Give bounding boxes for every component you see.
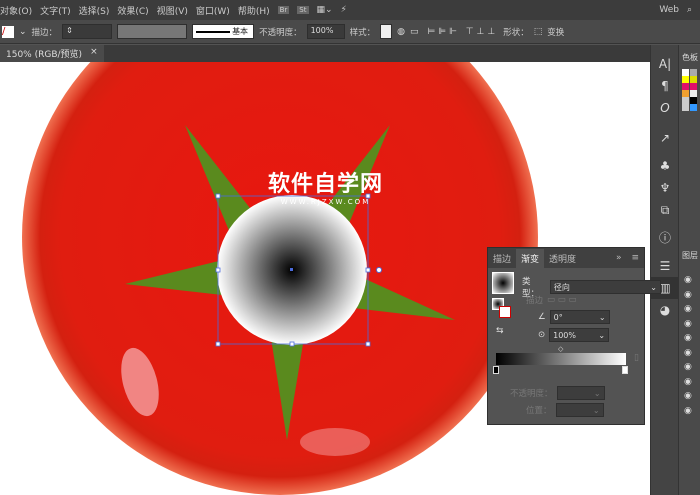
eye-icon[interactable]: ◉ <box>684 360 692 375</box>
eye-icon[interactable]: ◉ <box>684 317 692 332</box>
menu-object[interactable]: 对象(O) <box>0 4 32 17</box>
close-icon[interactable]: × <box>90 47 98 60</box>
panel-menu-icon[interactable]: ≡ <box>626 250 644 266</box>
align-icons[interactable]: ▭ ⊨⊫⊩ ⊤⊥⊥ <box>410 27 498 37</box>
gradient-panel: 描边 渐变 透明度 » ≡ 类型： 径向 ⌄ 描边 ▭ ▭ ▭ ∠ 0° ⌄ ⇆ ⊙… <box>487 247 661 425</box>
arrange-documents-icon[interactable]: ▦⌄ <box>317 5 333 15</box>
eye-icon[interactable]: ◉ <box>684 346 692 361</box>
tab-transparency[interactable]: 透明度 <box>544 249 581 268</box>
eye-icon[interactable]: ◉ <box>684 288 692 303</box>
eye-icon[interactable]: ◉ <box>684 375 692 390</box>
menu-effect[interactable]: 效果(C) <box>117 4 148 17</box>
eye-icon[interactable]: ◉ <box>684 389 692 404</box>
angle-input[interactable]: 0° ⌄ <box>549 310 610 324</box>
tab-gradient[interactable]: 渐变 <box>516 248 545 268</box>
export-icon[interactable]: ↗ <box>651 127 679 149</box>
stop-opacity-label: 不透明度： <box>510 389 553 399</box>
collapse-icon[interactable]: » <box>611 250 627 266</box>
angle-icon: ∠ <box>538 312 546 322</box>
transparency-icon[interactable]: ◕ <box>651 299 679 321</box>
transform-button[interactable]: 变换 <box>547 26 564 38</box>
asset-export-icon[interactable]: ⧉ <box>651 199 679 221</box>
stroke-panel-icon[interactable]: ☰ <box>651 255 679 277</box>
recolor-icon[interactable]: ◍ <box>397 27 405 37</box>
chevron-down-icon[interactable]: ⌄ <box>19 27 27 37</box>
eye-icon[interactable]: ◉ <box>684 404 692 419</box>
panel-dock: A| ¶ O ↗ ♣ ♆ ⧉ ⓘ ☰ ▥ ◕ <box>650 45 679 495</box>
document-tab[interactable]: 150% (RGB/预览) × <box>0 45 104 62</box>
right-panels: 色板 图层 ◉ ◉ ◉ ◉ ◉ ◉ ◉ ◉ ◉ ◉ <box>678 45 700 495</box>
style-label: 样式： <box>349 27 376 38</box>
opacity-label: 不透明度： <box>259 27 302 38</box>
eye-icon[interactable]: ◉ <box>684 331 692 346</box>
menu-type[interactable]: 文字(T) <box>40 4 71 17</box>
stroke-weight-input[interactable]: ⇕ <box>62 24 113 39</box>
workspace-switcher[interactable]: Web <box>659 5 679 15</box>
stop-location-input[interactable]: ⌄ <box>555 403 604 417</box>
midpoint-diamond[interactable]: ◇ <box>558 345 563 353</box>
stroke-gradient-label: 描边 <box>526 296 544 306</box>
menu-bar: 对象(O) 文字(T) 选择(S) 效果(C) 视图(V) 窗口(W) 帮助(H… <box>0 0 700 20</box>
swatches-label: 色板 <box>682 53 698 62</box>
menu-window[interactable]: 窗口(W) <box>196 4 230 17</box>
graphic-style-swatch[interactable] <box>380 24 393 39</box>
document-tabs: 150% (RGB/预览) × <box>0 45 650 62</box>
eye-icon[interactable]: ◉ <box>684 273 692 288</box>
delete-stop-icon[interactable]: ▯ <box>634 353 639 363</box>
stroke-gradient-options: ▭ ▭ ▭ <box>547 295 577 305</box>
menu-help[interactable]: 帮助(H) <box>238 4 270 17</box>
brushes-icon[interactable]: ♆ <box>651 177 679 199</box>
eye-icon[interactable]: ◉ <box>684 302 692 317</box>
gradient-type-select[interactable]: 径向 ⌄ <box>549 280 661 294</box>
info-icon[interactable]: ⓘ <box>651 227 679 249</box>
shape-label: 形状： <box>503 27 529 38</box>
stroke-label: 描边： <box>31 27 58 38</box>
stop-opacity-input[interactable]: ⌄ <box>556 386 605 400</box>
layer-visibility-list: ◉ ◉ ◉ ◉ ◉ ◉ ◉ ◉ ◉ ◉ <box>684 273 692 418</box>
paragraph-icon[interactable]: ¶ <box>651 75 679 97</box>
watermark: 软件自学网 WWW.RJZXW.COM <box>268 172 384 206</box>
color-stop-black[interactable] <box>493 366 499 374</box>
menu-view[interactable]: 视图(V) <box>157 4 188 17</box>
control-bar: / ⌄ 描边： ⇕ 基本 不透明度： 100% 样式： ◍ ▭ ⊨⊫⊩ ⊤⊥⊥ … <box>0 20 700 44</box>
opentype-icon[interactable]: O <box>651 97 679 119</box>
opacity-input[interactable]: 100% <box>306 24 345 39</box>
aspect-ratio-input[interactable]: 100% ⌄ <box>549 328 610 342</box>
tab-stroke[interactable]: 描边 <box>488 249 516 268</box>
fill-stroke-toggle[interactable] <box>492 298 512 318</box>
symbols-icon[interactable]: ♣ <box>651 155 679 177</box>
chevron-down-icon: ⌄ <box>650 282 657 292</box>
brush-definition[interactable]: 基本 <box>192 24 255 39</box>
aspect-ratio-icon: ⊙ <box>538 330 546 340</box>
search-icon[interactable]: ⌕ <box>687 5 692 15</box>
stop-location-label: 位置： <box>526 406 552 416</box>
shape-icon[interactable]: ⬚ <box>534 27 543 37</box>
variable-width-field[interactable] <box>117 24 188 39</box>
swatch-grid[interactable] <box>682 69 697 111</box>
bridge-button[interactable]: Br <box>277 6 290 14</box>
menu-select[interactable]: 选择(S) <box>79 4 110 17</box>
color-stop-white[interactable] <box>622 366 628 374</box>
highlight <box>300 428 370 456</box>
stock-button[interactable]: St <box>297 6 309 14</box>
character-icon[interactable]: A| <box>651 53 679 75</box>
gpu-icon[interactable]: ⚡ <box>341 5 347 15</box>
gradient-slider[interactable] <box>496 353 626 365</box>
stroke-color-swatch[interactable]: / <box>2 25 14 38</box>
layers-label: 图层 <box>682 251 698 260</box>
reverse-gradient-icon[interactable]: ⇆ <box>496 326 504 336</box>
gradient-preview-swatch[interactable] <box>492 272 514 294</box>
